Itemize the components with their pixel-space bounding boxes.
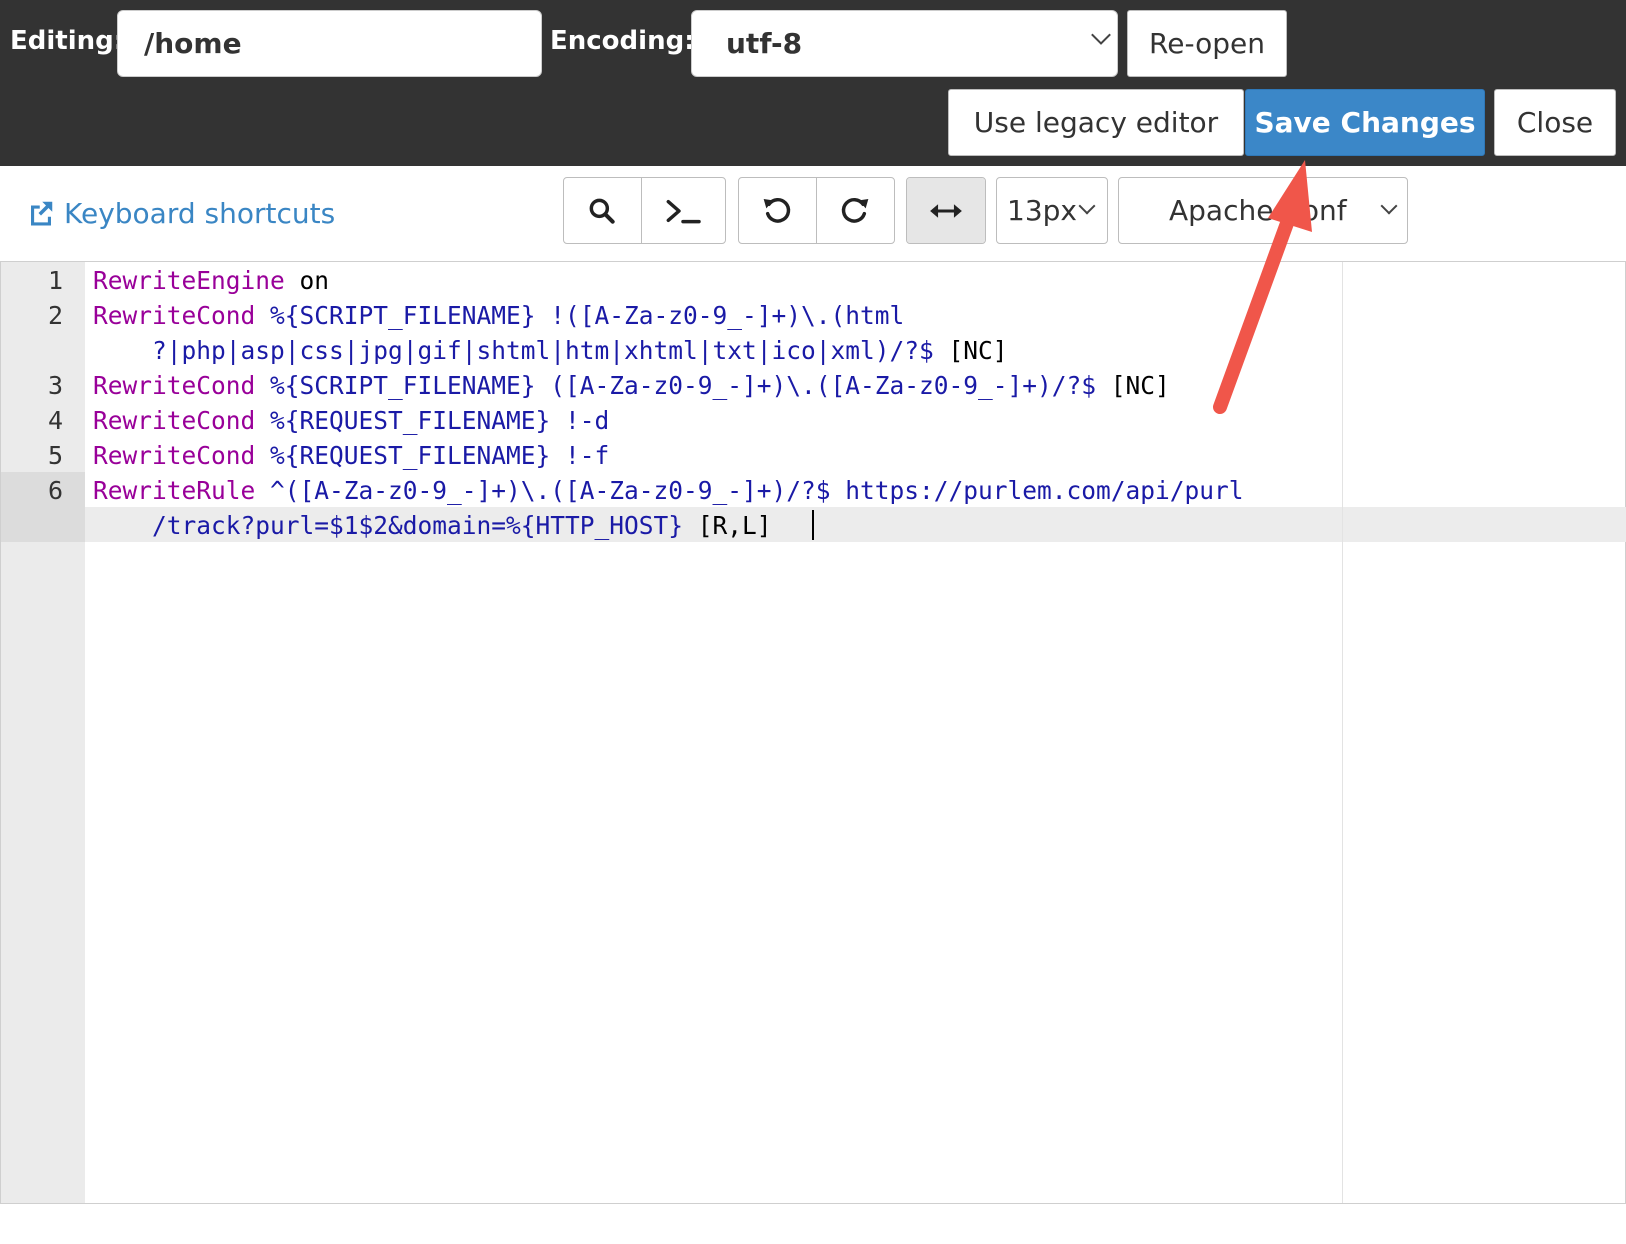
code-line: ?|php|asp|css|jpg|gif|shtml|htm|xhtml|tx… [93,333,1008,368]
chevron-down-icon [1380,197,1398,215]
font-size-value: 13px [1007,194,1077,227]
file-path-input[interactable]: /home [117,10,542,77]
print-margin [1342,262,1343,1203]
mode-select[interactable]: Apache Conf [1118,177,1408,244]
code-text: %{SCRIPT_FILENAME} !([A-Za-z0-9_-]+)\.(h… [255,301,905,330]
chevron-down-icon [1078,197,1096,215]
search-tools-group [563,177,726,244]
line-number: 1 [47,266,63,295]
history-tools-group [738,177,895,244]
wrap-tools-group [906,177,986,244]
font-size-select[interactable]: 13px [996,177,1108,244]
code-text: %{REQUEST_FILENAME} !-f [255,441,610,470]
goto-line-button[interactable] [642,178,725,243]
code-text: ^([A-Za-z0-9_-]+)\.([A-Za-z0-9_-]+)/?$ h… [255,476,1244,505]
code-text: %{REQUEST_FILENAME} !-d [255,406,610,435]
wrap-toggle-button[interactable] [907,178,985,243]
chevron-down-icon [1091,25,1111,45]
encoding-select[interactable]: utf-8 [691,10,1118,77]
code-plain: [NC] [1096,371,1170,400]
code-line: /track?purl=$1$2&domain=%{HTTP_HOST} [R,… [93,508,772,543]
code-plain: on [299,266,330,295]
wrap-icon [930,203,962,218]
code-plain: [R,L] [683,511,772,540]
code-line: RewriteCond %{REQUEST_FILENAME} !-d [93,403,609,438]
code-line: RewriteCond %{REQUEST_FILENAME} !-f [93,438,609,473]
line-number: 3 [47,371,63,400]
code-line: RewriteCond %{SCRIPT_FILENAME} ([A-Za-z0… [93,368,1170,403]
text-cursor [812,510,814,540]
line-number: 5 [47,441,63,470]
encoding-label: Encoding: [550,26,695,56]
encoding-value: utf-8 [726,27,803,60]
code-line: RewriteEngine on [93,263,329,298]
code-line: RewriteRule ^([A-Za-z0-9_-]+)\.([A-Za-z0… [93,473,1244,508]
code-text: /track?purl=$1$2&domain=%{HTTP_HOST} [93,511,684,540]
close-button[interactable]: Close [1494,89,1616,156]
line-number: 2 [47,301,63,330]
code-keyword: RewriteCond [93,301,256,330]
code-keyword: RewriteRule [93,476,256,505]
editing-label: Editing: [10,26,125,56]
external-link-icon [31,201,53,226]
code-text: %{SCRIPT_FILENAME} ([A-Za-z0-9_-]+)\.([A… [255,371,1097,400]
code-line: RewriteCond %{SCRIPT_FILENAME} !([A-Za-z… [93,298,904,333]
undo-icon [763,197,791,223]
reopen-button[interactable]: Re-open [1127,10,1287,77]
code-keyword: RewriteCond [93,371,256,400]
redo-button[interactable] [817,178,895,243]
search-button[interactable] [564,178,642,243]
keyboard-shortcuts-link[interactable]: Keyboard shortcuts [26,193,335,233]
search-icon [589,198,615,224]
line-number: 6 [47,476,63,505]
code-keyword: RewriteCond [93,441,256,470]
code-keyword: RewriteCond [93,406,256,435]
legacy-editor-button[interactable]: Use legacy editor [948,89,1244,156]
save-changes-button[interactable]: Save Changes [1245,89,1485,156]
code-text: ?|php|asp|css|jpg|gif|shtml|htm|xhtml|tx… [93,336,934,365]
undo-button[interactable] [739,178,817,243]
keyboard-shortcuts-label: Keyboard shortcuts [64,196,336,230]
code-plain: [NC] [933,336,1008,365]
code-keyword: RewriteEngine [93,266,285,295]
editor-header: Editing: /home Encoding: utf-8 Re-open U… [0,0,1626,166]
terminal-icon [666,199,701,223]
redo-icon [842,197,869,223]
line-number: 4 [47,406,63,435]
code-editor[interactable]: 1 2 3 4 5 6 RewriteEngine on RewriteCond… [0,261,1626,1204]
mode-value: Apache Conf [1169,194,1347,227]
